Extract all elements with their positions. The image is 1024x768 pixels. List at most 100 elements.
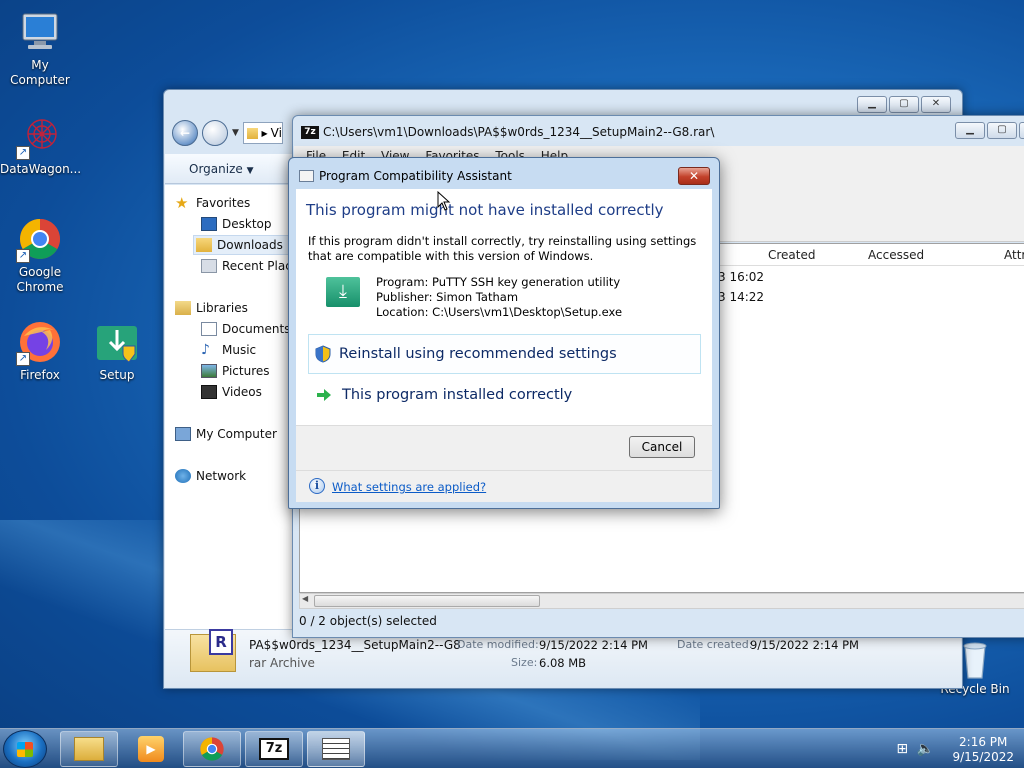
clock[interactable]: 2:16 PM 9/15/2022 [952,735,1014,765]
dialog-footer: Cancel i What settings are applied? [296,425,712,502]
volume-icon[interactable]: 🔈 [917,741,934,757]
column-created[interactable]: Created [768,248,816,262]
nav-downloads[interactable]: Downloads [193,235,293,255]
nav-pictures[interactable]: Pictures [201,361,270,381]
footer-divider [296,470,712,471]
installer-package-icon: ⤓ [326,277,360,307]
details-date-created-label: Date created: [677,638,753,651]
taskbar-explorer[interactable] [60,731,118,767]
address-bar[interactable]: ▶ Vi [242,122,283,144]
chrome-icon [200,737,224,761]
desktop-icon-label: Google Chrome [16,265,64,294]
network-tray-icon[interactable]: ⊞ [896,741,908,757]
forward-button[interactable] [202,120,228,146]
nav-my-computer[interactable]: My Computer [175,424,277,444]
details-size-label: Size: [511,656,538,669]
green-arrow-icon [317,389,331,401]
details-date-modified-label: Date modified: [457,638,539,651]
minimize-button[interactable]: ▁ [857,96,887,113]
nav-label: Libraries [196,301,248,315]
maximize-button[interactable]: ▢ [889,96,919,113]
details-date-modified: 9/15/2022 2:14 PM [539,638,648,652]
taskbar: ▶ 7z ⊞ 🔈 2:16 PM 9/15/2022 [0,728,1024,768]
desktop-icon-firefox[interactable]: ↗ Firefox [0,318,80,383]
recent-pages-dropdown-icon[interactable]: ▼ [232,128,239,138]
details-date-created: 9/15/2022 2:14 PM [750,638,859,652]
music-icon: ♪ [201,342,210,358]
option-label: Reinstall using recommended settings [339,346,617,362]
column-attributes[interactable]: Attri [1004,248,1024,262]
shortcut-arrow-icon: ↗ [16,249,30,263]
chevron-down-icon: ▼ [246,166,254,176]
cancel-button[interactable]: Cancel [629,436,695,458]
taskbar-compatibility-assistant[interactable] [307,731,365,767]
folder-icon [74,737,104,761]
nav-videos[interactable]: Videos [201,382,262,402]
table-row[interactable]: 3 16:02 [718,270,764,284]
maximize-button[interactable]: ▢ [987,122,1017,139]
taskbar-7zip[interactable]: 7z [245,731,303,767]
settings-applied-link[interactable]: What settings are applied? [332,480,486,494]
system-tray: ⊞ 🔈 [896,741,934,757]
mouse-cursor-icon [437,191,451,211]
explorer-navigation: ← ▼ ▶ Vi [172,120,283,146]
address-text: Vi [270,126,282,140]
dialog-close-button[interactable]: ✕ [678,167,710,185]
desktop-icon-my-computer[interactable]: My Computer [0,8,80,88]
dialog-app-icon [299,170,314,182]
clock-time: 2:16 PM [959,735,1008,749]
desktop-icon-label: My Computer [10,58,70,87]
scroll-left-icon[interactable]: ◀ [302,594,308,603]
program-name: Program: PuTTY SSH key generation utilit… [376,275,621,289]
status-bar-text: 0 / 2 object(s) selected [299,614,437,628]
pictures-icon [201,364,217,378]
column-accessed[interactable]: Accessed [868,248,924,262]
desktop-icon-setup[interactable]: Setup [77,318,157,383]
dialog-description: If this program didn't install correctly… [308,234,697,263]
reinstall-recommended-option[interactable]: Reinstall using recommended settings [308,334,701,374]
horizontal-scrollbar[interactable]: ◀ [299,593,1024,609]
table-row[interactable]: 3 14:22 [718,290,764,304]
details-type: rar Archive [249,656,315,670]
list-window-icon [322,738,350,760]
desktop-icon-google-chrome[interactable]: ↗ Google Chrome [0,215,80,295]
computer-icon [175,427,191,441]
nav-label: Videos [222,385,262,399]
organize-button[interactable]: Organize ▼ [189,162,254,176]
dialog-title: Program Compatibility Assistant [319,169,512,183]
nav-label: Pictures [222,364,270,378]
close-button[interactable]: ✕ [1019,122,1024,139]
nav-desktop[interactable]: Desktop [201,214,272,234]
navigation-pane: ★ Favorites Desktop Downloads Recent Plac… [165,185,305,629]
close-button[interactable]: ✕ [921,96,951,113]
star-icon: ★ [175,194,189,212]
desktop-icon-datawagon[interactable]: ↗ DataWagon... [0,112,81,177]
minimize-button[interactable]: ▁ [955,122,985,139]
nav-libraries[interactable]: Libraries [175,298,248,318]
taskbar-chrome[interactable] [183,731,241,767]
nav-network[interactable]: Network [175,466,246,486]
info-icon: i [309,478,325,494]
scrollbar-thumb[interactable] [314,595,540,607]
organize-label: Organize [189,162,243,176]
recent-places-icon [201,259,217,273]
close-icon: ✕ [688,169,700,183]
clock-date: 9/15/2022 [952,750,1014,764]
installed-correctly-option[interactable]: This program installed correctly [308,375,701,415]
taskbar-media-player[interactable]: ▶ [122,731,180,767]
folder-icon [246,127,259,139]
nav-documents[interactable]: Documents [201,319,290,339]
program-info: Program: PuTTY SSH key generation utilit… [376,275,622,320]
option-label: This program installed correctly [342,387,573,403]
nav-music[interactable]: ♪ Music [201,340,256,360]
start-button[interactable] [3,730,47,768]
nav-label: Desktop [222,217,272,231]
7zip-caption-buttons: ▁ ▢ ✕ [955,122,1024,139]
compatibility-assistant-dialog[interactable]: Program Compatibility Assistant ✕ This p… [288,157,720,509]
back-button[interactable]: ← [172,120,198,146]
details-filename: PA$$w0rds_1234__SetupMain2--G8 [249,638,461,652]
desktop-icon-label: Setup [99,368,135,382]
nav-favorites[interactable]: ★ Favorites [175,193,250,213]
explorer-caption-buttons: ▁ ▢ ✕ [857,96,951,113]
shortcut-arrow-icon: ↗ [16,146,30,160]
